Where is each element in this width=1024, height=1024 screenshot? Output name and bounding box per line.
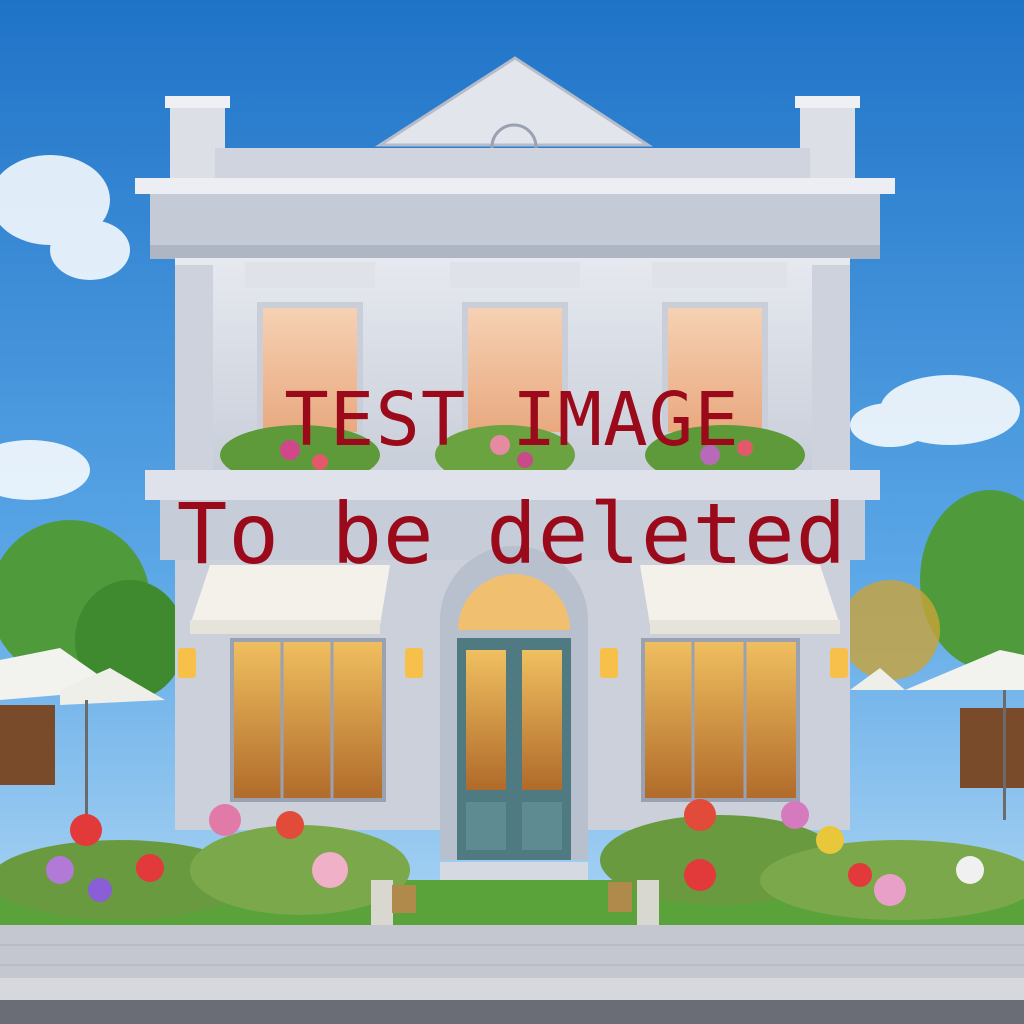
overlay-line-1: TEST IMAGE xyxy=(284,377,740,463)
building xyxy=(135,56,895,890)
curb xyxy=(0,978,1024,1000)
front-door xyxy=(440,546,588,860)
sidewalk xyxy=(0,925,1024,985)
road xyxy=(0,1000,1024,1024)
overlay-line-2: To be deleted xyxy=(176,485,848,583)
